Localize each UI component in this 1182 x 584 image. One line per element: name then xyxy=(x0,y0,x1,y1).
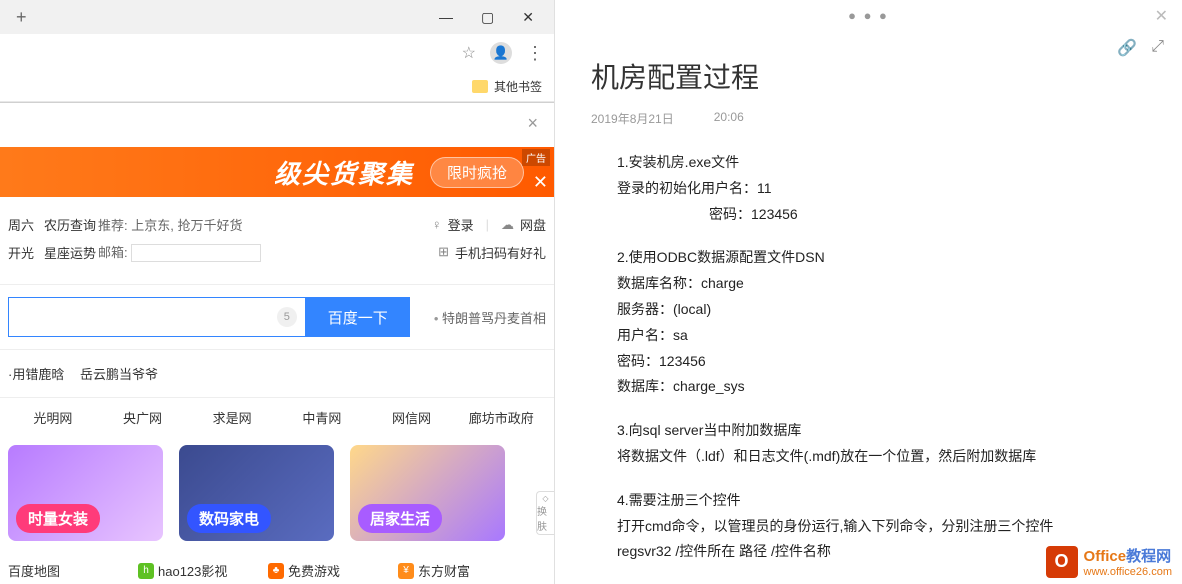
browser-chrome: + — ▢ ✕ ☆ 👤 ⋮ 其他书签 xyxy=(0,0,554,103)
bookmark-folder-label[interactable]: 其他书签 xyxy=(494,78,542,95)
site-links-row: 光明网 央广网 求是网 中青网 网信网 廊坊市政府 xyxy=(0,397,554,437)
search-input[interactable]: 5 xyxy=(8,297,306,337)
note-header: ● ● ● ✕ xyxy=(555,0,1182,30)
window-controls: — ▢ ✕ xyxy=(439,9,546,26)
nav-link[interactable]: 开光 xyxy=(8,243,34,262)
note-tools: 🔗 ⤢ xyxy=(1117,38,1164,58)
expand-icon[interactable]: ⤢ xyxy=(1151,38,1164,58)
card-home[interactable]: 居家生活 xyxy=(350,445,505,541)
note-line: 2.使用ODBC数据源配置文件DSN xyxy=(617,246,1182,270)
mail-input[interactable] xyxy=(131,244,261,262)
nav-link[interactable]: 星座运势 xyxy=(44,243,96,262)
minimize-button[interactable]: — xyxy=(439,9,453,26)
site-link[interactable]: hhao123影视 xyxy=(138,561,268,580)
card-digital[interactable]: 数码家电 xyxy=(179,445,334,541)
site-link[interactable]: 中青网 xyxy=(277,408,367,427)
banner-close-icon[interactable]: ✕ xyxy=(533,172,548,193)
note-line: 数据库名称：charge xyxy=(617,272,1182,296)
search-zone: 5 百度一下 特朗普骂丹麦首相 xyxy=(0,285,554,350)
note-line: 用户名：sa xyxy=(617,324,1182,348)
note-meta: 2019年8月21日 20:06 xyxy=(591,110,1182,127)
bookmark-star-icon[interactable]: ☆ xyxy=(462,43,476,63)
bottom-row: 百度地图 hhao123影视 ♣免费游戏 ¥东方财富 xyxy=(8,561,546,580)
user-icon: ♀ xyxy=(432,217,442,232)
site-link[interactable]: ¥东方财富 xyxy=(398,561,528,580)
bottom-links: 百度地图 hhao123影视 ♣免费游戏 ¥东方财富 五看视频 iq爱奇艺 凤凤… xyxy=(0,555,554,584)
site-link[interactable]: 网信网 xyxy=(367,408,457,427)
watermark-brand: Office教程网 xyxy=(1084,545,1172,566)
nav-link[interactable]: 农历查询 xyxy=(44,215,96,234)
folder-icon xyxy=(472,80,488,93)
card-fashion[interactable]: 时量女装 xyxy=(8,445,163,541)
site-icon: h xyxy=(138,563,154,579)
site-link[interactable]: 求是网 xyxy=(187,408,277,427)
hot-tags: ·用错鹿晗 岳云鹏当爷爷 xyxy=(0,350,554,397)
close-button[interactable]: ✕ xyxy=(522,9,534,26)
site-icon: ¥ xyxy=(398,563,414,579)
bookmark-bar: 其他书签 xyxy=(0,72,554,102)
site-link[interactable]: 光明网 xyxy=(8,408,98,427)
search-count-badge: 5 xyxy=(277,307,297,327)
link-icon[interactable]: 🔗 xyxy=(1117,38,1137,58)
note-line: 密码：123456 xyxy=(617,203,1182,227)
site-link[interactable]: 央广网 xyxy=(98,408,188,427)
new-tab-button[interactable]: + xyxy=(16,7,27,28)
skin-tab[interactable]: ◇ 换肤 xyxy=(536,491,554,535)
banner-text: 级尖货聚集 xyxy=(274,154,414,191)
note-close-icon[interactable]: ✕ xyxy=(1155,6,1168,26)
cloud-icon: ☁ xyxy=(501,217,514,233)
watermark-url: www.office26.com xyxy=(1084,566,1172,578)
nav-grid: 周六 农历查询 推荐: 上京东, 抢万千好货 ♀ 登录 | ☁ 网盘 开光 星座… xyxy=(0,197,554,285)
nav-promo-text[interactable]: 推荐: 上京东, 抢万千好货 xyxy=(98,215,432,234)
note-line: 4.需要注册三个控件 xyxy=(617,489,1182,513)
close-icon[interactable]: × xyxy=(527,113,538,134)
nav-row: 周六 农历查询 推荐: 上京东, 抢万千好货 ♀ 登录 | ☁ 网盘 xyxy=(8,215,546,234)
note-title[interactable]: 机房配置过程 xyxy=(591,56,1182,96)
menu-icon[interactable]: ⋮ xyxy=(526,43,544,64)
note-line: 登录的初始化用户名：11 xyxy=(617,177,1182,201)
site-link[interactable]: ♣免费游戏 xyxy=(268,561,398,580)
note-body: 机房配置过程 2019年8月21日 20:06 1.安装机房.exe文件 登录的… xyxy=(555,30,1182,584)
category-cards: 时量女装 数码家电 居家生活 xyxy=(0,437,554,555)
note-line: 密码：123456 xyxy=(617,350,1182,374)
search-button[interactable]: 百度一下 xyxy=(306,297,410,337)
toolbar: ☆ 👤 ⋮ xyxy=(0,34,554,72)
profile-avatar-icon[interactable]: 👤 xyxy=(490,42,512,64)
qr-icon: ⊞ xyxy=(438,244,449,260)
nav-link[interactable]: 周六 xyxy=(8,215,34,234)
ad-label: 广告 xyxy=(522,149,550,166)
note-line: 数据库：charge_sys xyxy=(617,375,1182,399)
note-pane: ● ● ● ✕ 🔗 ⤢ 机房配置过程 2019年8月21日 20:06 1.安装… xyxy=(555,0,1182,584)
tab-bar: + — ▢ ✕ xyxy=(0,0,554,34)
note-line: 3.向sql server当中附加数据库 xyxy=(617,419,1182,443)
page-content: × 级尖货聚集 限时疯抢 广告 ✕ 周六 农历查询 推荐: 上京东, 抢万千好货… xyxy=(0,103,554,584)
more-icon[interactable]: ● ● ● xyxy=(848,8,889,23)
site-icon: ♣ xyxy=(268,563,284,579)
note-date: 2019年8月21日 xyxy=(591,110,674,127)
hot-tag[interactable]: ·用错鹿晗 xyxy=(8,367,64,382)
note-line: 1.安装机房.exe文件 xyxy=(617,151,1182,175)
nav-row: 开光 星座运势 邮箱: ⊞ 手机扫码有好礼 xyxy=(8,242,546,262)
promo-banner[interactable]: 级尖货聚集 限时疯抢 广告 ✕ xyxy=(0,147,554,197)
banner-cta-button[interactable]: 限时疯抢 xyxy=(430,157,524,188)
site-link[interactable]: 百度地图 xyxy=(8,561,138,580)
note-content[interactable]: 1.安装机房.exe文件 登录的初始化用户名：11 密码：123456 2.使用… xyxy=(591,151,1182,584)
office-logo-icon: O xyxy=(1046,546,1078,578)
mail-label: 邮箱: xyxy=(98,245,128,260)
hot-search-term[interactable]: 特朗普骂丹麦首相 xyxy=(434,308,546,327)
maximize-button[interactable]: ▢ xyxy=(481,9,494,26)
cloud-link[interactable]: 网盘 xyxy=(520,215,546,234)
watermark: O Office教程网 www.office26.com xyxy=(1046,545,1172,578)
login-link[interactable]: 登录 xyxy=(448,215,474,234)
hot-tag[interactable]: 岳云鹏当爷爷 xyxy=(80,367,158,382)
browser-pane: + — ▢ ✕ ☆ 👤 ⋮ 其他书签 × 级尖货聚集 限时疯抢 广告 ✕ xyxy=(0,0,555,584)
site-link[interactable]: 廊坊市政府 xyxy=(456,408,546,427)
note-line: 服务器：(local) xyxy=(617,298,1182,322)
note-line: 将数据文件（.ldf）和日志文件(.mdf)放在一个位置，然后附加数据库 xyxy=(617,445,1182,469)
note-time: 20:06 xyxy=(714,110,744,127)
qr-text[interactable]: 手机扫码有好礼 xyxy=(455,243,546,262)
note-line: 打开cmd命令，以管理员的身份运行,输入下列命令，分别注册三个控件 xyxy=(617,515,1182,539)
